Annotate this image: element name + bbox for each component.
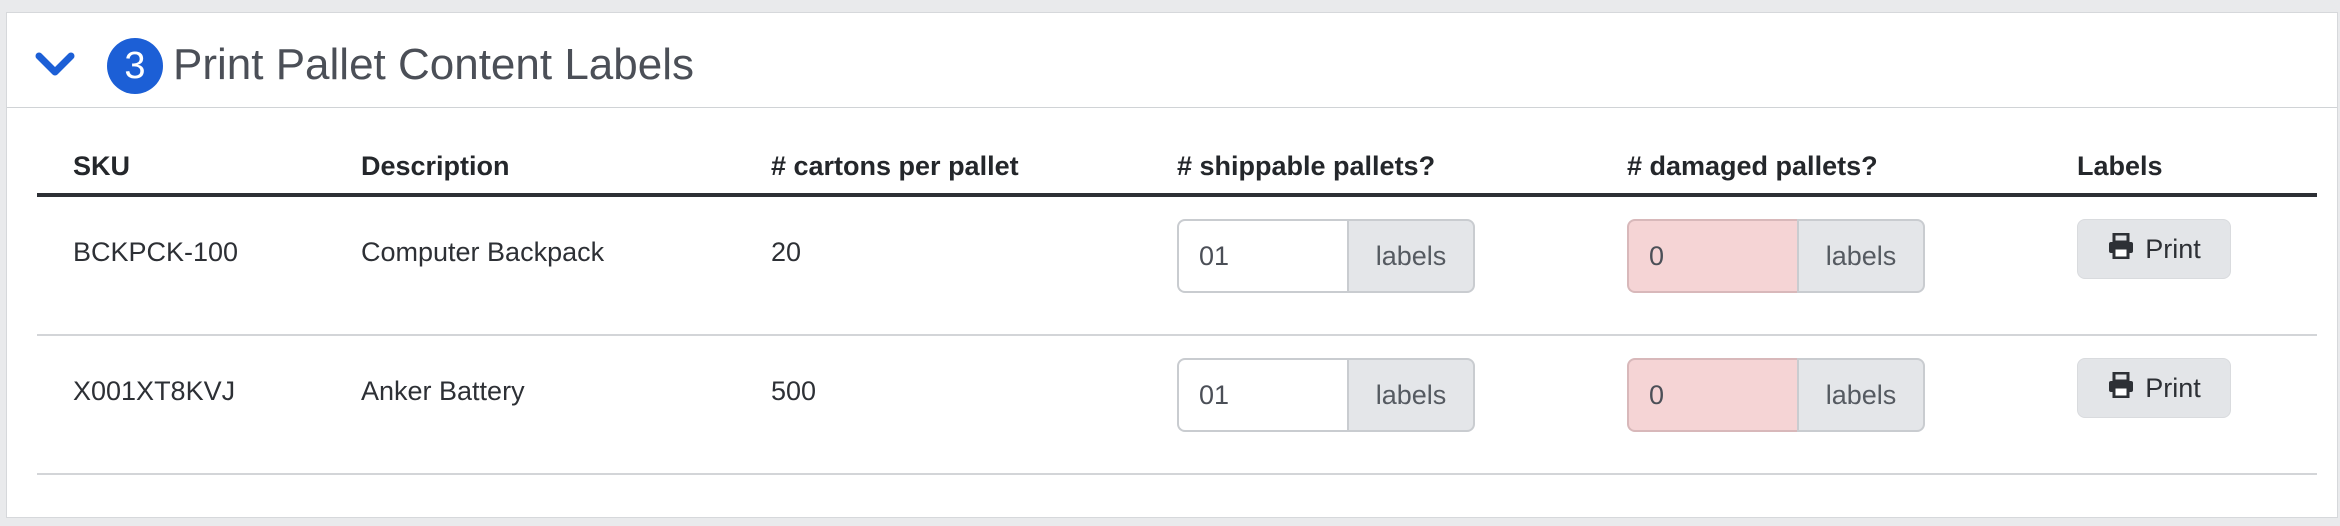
description-cell: Anker Battery bbox=[361, 376, 525, 406]
table-header: SKU Description # cartons per pallet # s… bbox=[37, 137, 2317, 197]
section-title: Print Pallet Content Labels bbox=[173, 40, 694, 89]
input-addon-labels: labels bbox=[1347, 219, 1475, 293]
sku-cell: X001XT8KVJ bbox=[73, 376, 236, 406]
damaged-pallets-input[interactable] bbox=[1627, 358, 1797, 432]
print-button[interactable]: Print bbox=[2077, 358, 2231, 418]
cartons-cell: 20 bbox=[771, 237, 802, 267]
card-header[interactable]: 3 Print Pallet Content Labels bbox=[7, 13, 2337, 108]
print-labels-card: 3 Print Pallet Content Labels SKU Descri… bbox=[6, 12, 2338, 518]
input-addon-labels: labels bbox=[1797, 219, 1925, 293]
shippable-pallets-input[interactable] bbox=[1177, 219, 1347, 293]
shippable-input-group: labels bbox=[1177, 358, 1475, 432]
column-header-cartons: # cartons per pallet bbox=[771, 151, 1019, 181]
table-row: X001XT8KVJ Anker Battery 500 labels labe… bbox=[37, 336, 2317, 475]
description-cell: Computer Backpack bbox=[361, 237, 605, 267]
shippable-pallets-input[interactable] bbox=[1177, 358, 1347, 432]
damaged-pallets-input[interactable] bbox=[1627, 219, 1797, 293]
cartons-cell: 500 bbox=[771, 376, 817, 406]
print-button-label: Print bbox=[2145, 233, 2201, 264]
print-button[interactable]: Print bbox=[2077, 219, 2231, 279]
column-header-sku: SKU bbox=[73, 151, 131, 181]
printer-icon bbox=[2107, 371, 2135, 405]
column-header-description: Description bbox=[361, 151, 510, 181]
step-number-badge: 3 bbox=[107, 38, 163, 94]
input-addon-labels: labels bbox=[1347, 358, 1475, 432]
damaged-input-group: labels bbox=[1627, 219, 1925, 293]
print-button-label: Print bbox=[2145, 372, 2201, 403]
shippable-input-group: labels bbox=[1177, 219, 1475, 293]
damaged-input-group: labels bbox=[1627, 358, 1925, 432]
column-header-damaged: # damaged pallets? bbox=[1627, 151, 1878, 181]
column-header-labels: Labels bbox=[2077, 151, 2163, 181]
input-addon-labels: labels bbox=[1797, 358, 1925, 432]
printer-icon bbox=[2107, 232, 2135, 266]
column-header-shippable: # shippable pallets? bbox=[1177, 151, 1436, 181]
chevron-down-icon[interactable] bbox=[35, 51, 75, 83]
sku-cell: BCKPCK-100 bbox=[73, 237, 239, 267]
table-row: BCKPCK-100 Computer Backpack 20 labels l… bbox=[37, 197, 2317, 336]
pallet-labels-table: SKU Description # cartons per pallet # s… bbox=[37, 137, 2317, 475]
